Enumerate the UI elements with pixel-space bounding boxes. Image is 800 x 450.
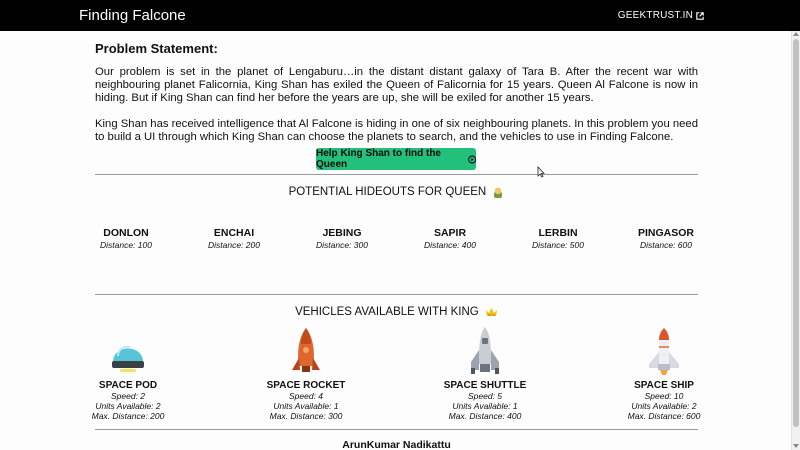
divider xyxy=(95,429,698,430)
space-ship-icon xyxy=(649,328,679,375)
scrollbar-thumb[interactable] xyxy=(793,39,799,427)
planet-card-enchai[interactable]: ENCHAI Distance: 200 xyxy=(189,227,279,250)
hideouts-title-label: POTENTIAL HIDEOUTS FOR QUEEN xyxy=(288,186,487,199)
planet-name: SAPIR xyxy=(433,227,467,239)
vehicle-units: Units Available: 2 xyxy=(95,401,161,411)
vehicle-units: Units Available: 1 xyxy=(452,401,518,411)
planet-name: LERBIN xyxy=(538,227,578,239)
scroll-down-arrow-icon[interactable] xyxy=(793,444,799,448)
planet-distance: Distance: 400 xyxy=(424,240,476,250)
planet-card-sapir[interactable]: SAPIR Distance: 400 xyxy=(405,227,495,250)
planet-name: DONLON xyxy=(103,227,149,239)
planet-name: JEBING xyxy=(322,227,362,239)
planet-name: PINGASOR xyxy=(637,227,694,239)
vehicle-name: SPACE ROCKET xyxy=(266,380,346,391)
divider xyxy=(95,294,698,295)
mouse-cursor-icon xyxy=(537,166,545,178)
vehicle-name: SPACE SHIP xyxy=(634,380,694,391)
planet-distance: Distance: 300 xyxy=(316,240,368,250)
geektrust-link[interactable]: GEEKTRUST.IN xyxy=(618,10,704,21)
vehicle-speed: Speed: 4 xyxy=(288,391,324,401)
geektrust-link-label: GEEKTRUST.IN xyxy=(617,10,693,21)
hideouts-title: POTENTIAL HIDEOUTS FOR QUEEN xyxy=(95,186,698,198)
app-brand[interactable]: Finding Falcone xyxy=(79,7,186,24)
play-circle-icon xyxy=(467,154,476,164)
top-navbar: Finding Falcone GEEKTRUST.IN xyxy=(0,0,800,31)
footer-author: ArunKumar Nadikattu xyxy=(342,439,451,450)
planet-card-donlon[interactable]: DONLON Distance: 100 xyxy=(81,227,171,250)
vehicle-max-distance: Max. Distance: 200 xyxy=(91,411,165,421)
divider xyxy=(95,174,698,175)
planet-name: ENCHAI xyxy=(213,227,255,239)
crown-icon xyxy=(485,307,497,316)
planet-distance: Distance: 600 xyxy=(640,240,692,250)
space-rocket-icon xyxy=(292,328,320,372)
vehicle-speed: Speed: 10 xyxy=(644,391,684,401)
help-king-button-label: Help King Shan to find the Queen xyxy=(316,148,441,170)
vehicle-name: SPACE SHUTTLE xyxy=(443,380,527,391)
vehicle-max-distance: Max. Distance: 300 xyxy=(269,411,343,421)
planet-distance: Distance: 200 xyxy=(208,240,260,250)
planet-card-pingasor[interactable]: PINGASOR Distance: 600 xyxy=(621,227,711,250)
planet-distance: Distance: 500 xyxy=(532,240,584,250)
vehicle-card-space-rocket[interactable]: SPACE ROCKET Speed: 4 Units Available: 1… xyxy=(251,326,361,421)
vehicle-units: Units Available: 2 xyxy=(631,401,697,411)
problem-paragraph-1: Our problem is set in the planet of Leng… xyxy=(95,66,698,104)
planet-card-lerbin[interactable]: LERBIN Distance: 500 xyxy=(513,227,603,250)
problem-paragraph-2: King Shan has received intelligence that… xyxy=(95,118,698,143)
vehicle-units: Units Available: 1 xyxy=(273,401,339,411)
help-king-button[interactable]: Help King Shan to find the Queen xyxy=(316,148,476,170)
vehicles-title-label: VEHICLES AVAILABLE WITH KING xyxy=(295,306,479,318)
planet-card-jebing[interactable]: JEBING Distance: 300 xyxy=(297,227,387,250)
vehicle-name: SPACE POD xyxy=(98,380,158,391)
vehicle-card-space-ship[interactable]: SPACE SHIP Speed: 10 Units Available: 2 … xyxy=(609,326,719,421)
space-pod-icon xyxy=(112,345,144,372)
vehicle-card-space-pod[interactable]: SPACE POD Speed: 2 Units Available: 2 Ma… xyxy=(73,326,183,421)
vehicle-speed: Speed: 5 xyxy=(467,391,503,401)
space-shuttle-icon xyxy=(471,327,499,374)
vertical-scrollbar[interactable] xyxy=(791,31,800,450)
queen-icon xyxy=(494,187,503,198)
vehicles-title: VEHICLES AVAILABLE WITH KING xyxy=(95,306,698,318)
vehicle-speed: Speed: 2 xyxy=(110,391,146,401)
vehicle-max-distance: Max. Distance: 400 xyxy=(448,411,522,421)
vehicle-card-space-shuttle[interactable]: SPACE SHUTTLE Speed: 5 Units Available: … xyxy=(430,326,540,421)
problem-statement-title: Problem Statement: xyxy=(95,41,218,56)
vehicle-max-distance: Max. Distance: 600 xyxy=(627,411,701,421)
external-link-icon xyxy=(696,11,704,20)
planet-distance: Distance: 100 xyxy=(100,240,152,250)
scroll-up-arrow-icon[interactable] xyxy=(793,32,799,36)
